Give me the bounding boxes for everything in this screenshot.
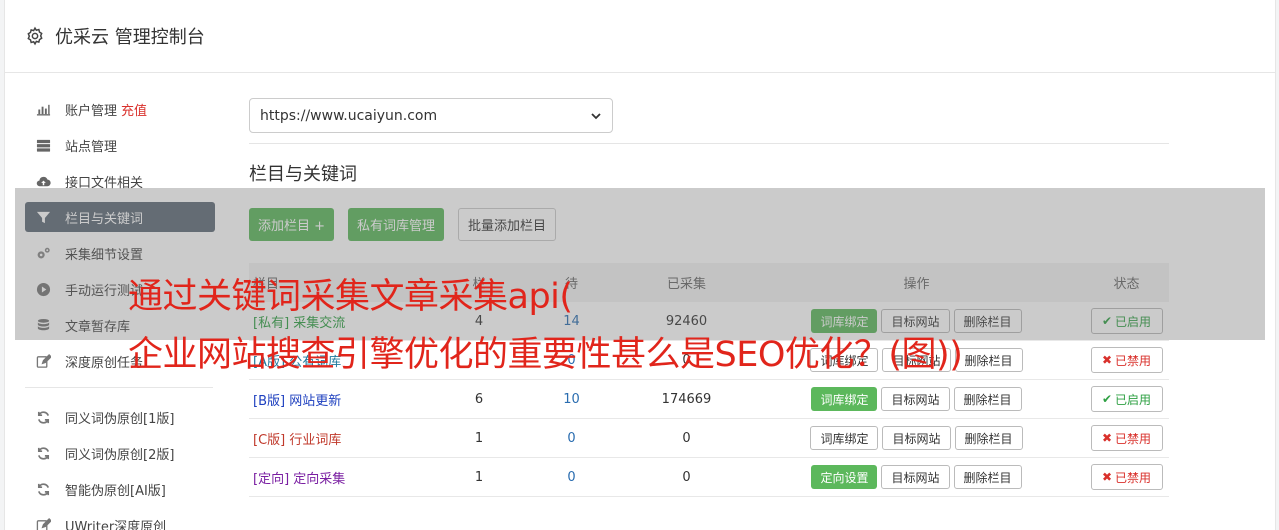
row-tag: [定向] [253, 471, 290, 487]
status-label: 已禁用 [1115, 353, 1152, 368]
target-site-button[interactable]: 目标网站 [882, 426, 951, 450]
row-col-b[interactable]: 10 [519, 392, 624, 407]
row-status: ✖ 已禁用 [1084, 464, 1169, 490]
check-icon: ✔ [1101, 392, 1113, 406]
bar-chart-icon [35, 101, 51, 117]
delete-column-button[interactable]: 删除栏目 [954, 348, 1023, 372]
sidebar-item-ai-rewrite[interactable]: 智能伪原创[AI版] [25, 474, 215, 504]
recharge-link[interactable]: 充值 [121, 100, 147, 119]
row-col-b[interactable]: 0 [519, 431, 624, 446]
row-col-c: 174669 [661, 391, 712, 407]
delete-column-button[interactable]: 删除栏目 [954, 426, 1023, 450]
row-col-a: 1 [474, 469, 484, 485]
cloud-upload-icon [35, 173, 51, 189]
row-col-b[interactable]: 0 [519, 470, 624, 485]
bind-lib-button[interactable]: 词库绑定 [811, 387, 878, 411]
server-icon [35, 137, 51, 153]
site-select[interactable]: https://www.ucaiyun.com [249, 98, 613, 133]
divider [249, 143, 1169, 144]
status-label: 已禁用 [1115, 431, 1152, 446]
target-site-button[interactable]: 目标网站 [881, 465, 950, 489]
sidebar-item-label: 账户管理 [65, 103, 118, 119]
sidebar-item-sites[interactable]: 站点管理 [25, 130, 215, 160]
sidebar-item-label: 同义词伪原创[2版] [65, 447, 175, 463]
row-title: 定向采集 [293, 471, 346, 487]
row-status: ✖ 已禁用 [1084, 425, 1169, 451]
refresh-icon [35, 409, 51, 425]
sidebar-item-synonym-v2[interactable]: 同义词伪原创[2版] [25, 438, 215, 468]
row-name[interactable]: [定向] 定向采集 [249, 468, 439, 487]
row-tag: [B版] [253, 393, 286, 409]
site-select-value: https://www.ucaiyun.com [260, 107, 438, 124]
row-ops: 词库绑定 目标网站 删除栏目 [749, 426, 1084, 450]
bind-lib-button[interactable]: 词库绑定 [810, 426, 879, 450]
close-icon: ✖ [1101, 353, 1113, 367]
table-row: [定向] 定向采集 1 0 0 定向设置 目标网站 删除栏目 ✖ 已禁用 [249, 458, 1169, 497]
edit-icon [35, 353, 51, 369]
sidebar-item-uwriter[interactable]: UWriter深度原创 [25, 510, 215, 530]
delete-column-button[interactable]: 删除栏目 [953, 465, 1022, 489]
sidebar-item-synonym-v1[interactable]: 同义词伪原创[1版] [25, 402, 215, 432]
chevron-down-icon [591, 112, 601, 119]
sidebar-item-label: UWriter深度原创 [65, 519, 167, 530]
row-col-a: 6 [474, 391, 484, 407]
delete-column-button[interactable]: 删除栏目 [953, 387, 1022, 411]
gear-icon [27, 26, 43, 46]
close-icon: ✖ [1101, 470, 1113, 484]
sidebar-item-label: 智能伪原创[AI版] [65, 483, 166, 499]
status-toggle[interactable]: ✖ 已禁用 [1090, 425, 1163, 451]
status-toggle[interactable]: ✔ 已启用 [1090, 386, 1163, 412]
row-status: ✔ 已启用 [1084, 386, 1169, 412]
sidebar-divider [25, 387, 213, 388]
status-label: 已启用 [1115, 392, 1152, 407]
row-col-c: 0 [682, 430, 691, 446]
row-title: 网站更新 [289, 393, 342, 409]
refresh-icon [35, 445, 51, 461]
section-title: 栏目与关键词 [249, 164, 357, 185]
row-col-c: 0 [682, 469, 691, 485]
overlay-headline-1: 通过关键词采集文章采集api( [128, 277, 573, 317]
row-name[interactable]: [C版] 行业词库 [249, 429, 439, 448]
row-status: ✖ 已禁用 [1084, 347, 1169, 373]
status-toggle[interactable]: ✖ 已禁用 [1090, 347, 1163, 373]
target-site-button[interactable]: 目标网站 [881, 387, 950, 411]
sidebar-item-label: 站点管理 [65, 139, 118, 155]
close-icon: ✖ [1101, 431, 1113, 445]
refresh-icon [35, 481, 51, 497]
edit-icon [35, 517, 51, 530]
row-col-a: 1 [474, 430, 484, 446]
header: 优采云 管理控制台 [5, 0, 1275, 73]
bind-lib-button[interactable]: 定向设置 [811, 465, 878, 489]
overlay-headline-2: 企业网站搜查引擎优化的重要性甚么是SEO优化？(图)) [128, 335, 963, 375]
status-toggle[interactable]: ✖ 已禁用 [1090, 464, 1163, 490]
row-tag: [C版] [253, 432, 286, 448]
row-name[interactable]: [B版] 网站更新 [249, 390, 439, 409]
row-ops: 定向设置 目标网站 删除栏目 [749, 465, 1084, 489]
sidebar-item-account[interactable]: 账户管理 充值 [25, 94, 215, 124]
row-title: 行业词库 [289, 432, 342, 448]
table-row: [C版] 行业词库 1 0 0 词库绑定 目标网站 删除栏目 ✖ 已禁用 [249, 419, 1169, 458]
row-ops: 词库绑定 目标网站 删除栏目 [749, 387, 1084, 411]
sidebar-item-label: 同义词伪原创[1版] [65, 411, 175, 427]
page-title: 优采云 管理控制台 [55, 27, 205, 48]
status-label: 已禁用 [1115, 470, 1152, 485]
table-row: [B版] 网站更新 6 10 174669 词库绑定 目标网站 删除栏目 ✔ 已启用 [249, 380, 1169, 419]
